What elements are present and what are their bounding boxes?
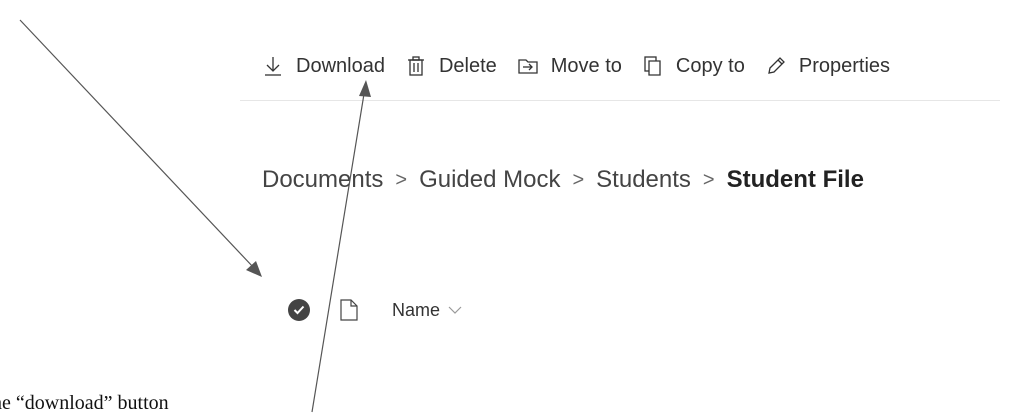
breadcrumb-documents[interactable]: Documents xyxy=(262,166,383,194)
chevron-down-icon xyxy=(448,306,462,314)
breadcrumb-separator: > xyxy=(702,168,715,191)
download-button[interactable]: Download xyxy=(262,55,385,78)
toolbar-divider xyxy=(240,100,1000,101)
checkmark-icon xyxy=(293,305,305,315)
trash-icon xyxy=(407,56,424,76)
file-type-icon xyxy=(340,299,358,321)
download-icon xyxy=(265,57,281,76)
arrow-to-download xyxy=(311,80,371,413)
delete-button[interactable]: Delete xyxy=(405,55,497,78)
properties-button[interactable]: Properties xyxy=(765,55,890,78)
move-to-icon xyxy=(518,59,538,74)
pencil-icon xyxy=(768,57,785,74)
annotation-caption: he “download” button xyxy=(0,392,169,414)
breadcrumb-separator: > xyxy=(572,168,585,191)
list-header: Name xyxy=(288,296,462,324)
delete-label: Delete xyxy=(438,54,497,77)
breadcrumb: Documents > Guided Mock > Students > Stu… xyxy=(262,166,864,194)
select-all-checkbox[interactable] xyxy=(288,299,310,321)
copy-icon xyxy=(644,56,661,76)
download-label: Download xyxy=(296,54,385,77)
arrow-to-checkbox xyxy=(19,19,262,277)
properties-label: Properties xyxy=(798,54,891,77)
breadcrumb-separator: > xyxy=(395,168,408,191)
breadcrumb-guided-mock[interactable]: Guided Mock xyxy=(419,166,560,194)
move-to-button[interactable]: Move to xyxy=(517,55,622,78)
name-column-label: Name xyxy=(392,299,441,320)
breadcrumb-student-file: Student File xyxy=(726,166,864,193)
copy-to-label: Copy to xyxy=(675,54,745,77)
command-bar: Download Delete Move to Copy to Properti… xyxy=(262,48,890,84)
move-to-label: Move to xyxy=(550,54,622,77)
copy-to-button[interactable]: Copy to xyxy=(642,55,745,78)
name-column-header[interactable]: Name xyxy=(392,300,462,321)
breadcrumb-students[interactable]: Students xyxy=(596,166,691,194)
